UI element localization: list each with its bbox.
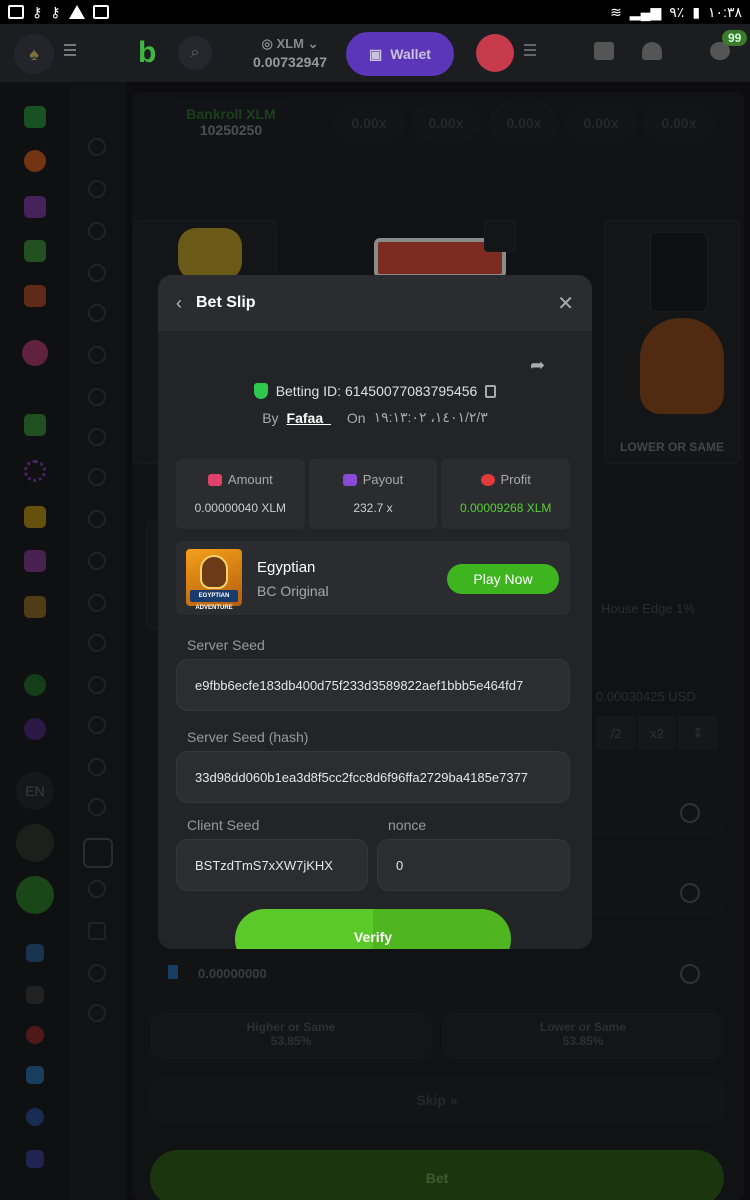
by-row: By Fafaa_ On ١٤٠١/٢/٣، ١٩:١٣:٠٢ — [158, 409, 592, 426]
no-sim-icon — [92, 5, 109, 19]
betting-id: Betting ID: 61450077083795456 — [275, 383, 478, 399]
status-bar: ⚷ ⚷ ≋ ▂▄▆ ٩٪ ▮ ١٠:٣٨ — [0, 0, 750, 24]
client-seed-label: Client Seed — [187, 817, 260, 833]
username-link[interactable]: Fafaa_ — [287, 410, 331, 426]
menu-icon[interactable] — [64, 44, 76, 56]
play-now-button[interactable]: Play Now — [447, 564, 559, 594]
payout-label: Payout — [362, 472, 404, 487]
game-thumbnail[interactable]: EGYPTIAN ADVENTURE — [186, 549, 242, 611]
mail-icon[interactable] — [594, 42, 614, 60]
server-seed-label: Server Seed — [187, 637, 265, 653]
bet-stats: Amount 0.00000040 XLM Payout 232.7 x Pro… — [176, 459, 571, 529]
close-icon[interactable]: ✕ — [557, 291, 574, 316]
verified-shield-icon — [253, 383, 268, 399]
gallery-icon — [8, 5, 24, 19]
battery-percent: ٩٪ — [669, 3, 685, 20]
game-name: Egyptian — [257, 559, 316, 576]
thumbnail-text: EGYPTIAN ADVENTURE — [190, 590, 238, 611]
club-logo-icon[interactable]: ♠ — [14, 34, 54, 74]
nonce-label: nonce — [388, 817, 427, 833]
currency-label: XLM — [276, 36, 304, 51]
clock: ١٠:٣٨ — [708, 3, 742, 20]
payout-icon — [342, 473, 357, 486]
share-icon[interactable]: ➦ — [530, 355, 545, 376]
app-header: ♠ b ⌕ ◎ XLM ⌄ 0.00732947 ▣ Wallet 99 — [0, 24, 750, 82]
wifi-icon: ≋ — [610, 3, 622, 20]
profit-value: 0.00009268 XLM — [459, 501, 552, 515]
back-arrow-icon[interactable]: ‹ — [176, 293, 182, 314]
game-row: EGYPTIAN ADVENTURE Egyptian BC Original … — [176, 541, 570, 615]
xlm-coin-icon: ◎ — [261, 36, 273, 51]
profit-label: Profit — [500, 472, 531, 487]
key-icon-2: ⚷ — [50, 3, 61, 20]
server-seed-field[interactable]: e9fbb6ecfe183db400d75f233d3589822aef1bbb… — [176, 659, 570, 711]
battery-icon: ▮ — [692, 3, 701, 20]
user-menu-icon[interactable] — [524, 44, 536, 59]
amount-icon — [207, 473, 222, 486]
bell-icon[interactable] — [642, 42, 662, 60]
key-icon: ⚷ — [32, 3, 43, 20]
search-icon[interactable]: ⌕ — [178, 36, 212, 70]
copy-icon[interactable] — [485, 384, 497, 398]
currency-selector[interactable]: ◎ XLM ⌄ 0.00732947 — [238, 36, 342, 70]
verify-button[interactable]: Verify — [235, 909, 511, 949]
nonce-field[interactable]: 0 — [377, 839, 570, 891]
profit-icon — [480, 473, 495, 486]
profit-stat: Profit 0.00009268 XLM — [441, 459, 571, 529]
server-seed-hash-field[interactable]: 33d98dd060b1ea3d8f5cc2fcc8d6f96ffa2729ba… — [176, 751, 570, 803]
warning-icon — [68, 5, 85, 19]
signal-icon: ▂▄▆ — [629, 3, 662, 20]
pharaoh-icon — [200, 555, 228, 589]
payout-value: 232.7 x — [353, 501, 393, 515]
bc-logo[interactable]: b — [138, 36, 172, 70]
wallet-button[interactable]: ▣ Wallet — [346, 32, 454, 76]
chat-badge: 99 — [722, 30, 748, 46]
wallet-icon: ▣ — [369, 45, 383, 62]
modal-title: Bet Slip — [196, 294, 256, 311]
modal-header: ‹ Bet Slip ✕ — [158, 275, 592, 331]
balance-value: 0.00732947 — [253, 54, 327, 70]
bet-slip-modal: ‹ Bet Slip ✕ ➦ Betting ID: 6145007708379… — [158, 275, 592, 949]
on-label: On — [346, 409, 366, 426]
by-label: By — [262, 409, 279, 426]
bet-date: ١٤٠١/٢/٣، ١٩:١٣:٠٢ — [373, 409, 488, 425]
amount-stat: Amount 0.00000040 XLM — [176, 459, 305, 529]
betting-id-row: Betting ID: 61450077083795456 — [158, 383, 592, 399]
avatar[interactable] — [476, 34, 514, 72]
server-seed-hash-label: Server Seed (hash) — [187, 729, 309, 745]
wallet-label: Wallet — [390, 46, 431, 62]
chevron-down-icon: ⌄ — [307, 36, 319, 51]
amount-label: Amount — [227, 472, 273, 487]
game-provider: BC Original — [257, 583, 329, 599]
client-seed-field[interactable]: BSTzdTmS7xXW7jKHX — [176, 839, 368, 891]
amount-value: 0.00000040 XLM — [194, 501, 287, 515]
modal-body: ➦ Betting ID: 61450077083795456 By Fafaa… — [158, 331, 592, 949]
payout-stat: Payout 232.7 x — [308, 459, 438, 529]
